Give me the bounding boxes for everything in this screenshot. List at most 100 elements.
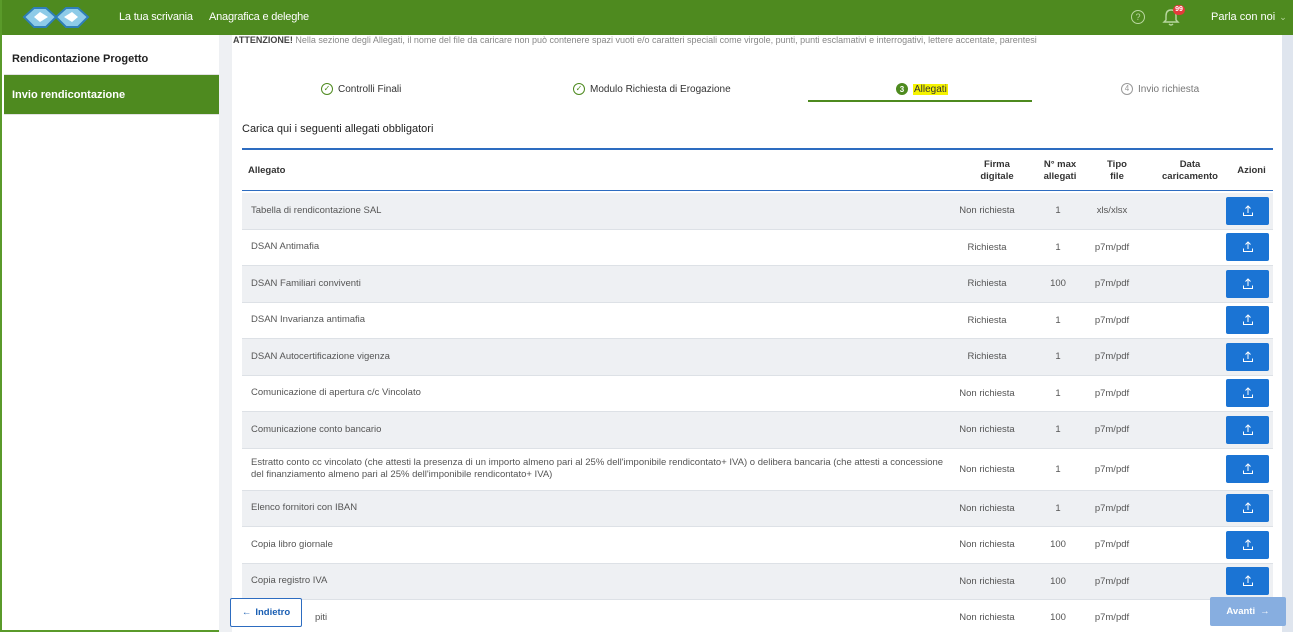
header-firma-line2: digitale	[980, 170, 1014, 182]
upload-button[interactable]	[1226, 494, 1269, 523]
table-row: Estratto conto cc vincolato (che attesti…	[242, 448, 1273, 491]
tipo-value: p7m/pdf	[1094, 278, 1130, 290]
step-label: Controlli Finali	[338, 83, 402, 95]
upload-button[interactable]	[1226, 567, 1269, 596]
nav-la-tua-scrivania[interactable]: La tua scrivania	[119, 0, 193, 35]
attention-notice: ATTENZIONE! Nella sezione degli Allegati…	[233, 36, 1273, 48]
header-firma-line1: Firma	[984, 158, 1010, 170]
nav-anagrafica-deleghe[interactable]: Anagrafica e deleghe	[209, 0, 309, 35]
check-circle-icon: ✓	[573, 83, 585, 95]
step-label: Allegati	[913, 83, 948, 95]
upload-button[interactable]	[1226, 233, 1269, 262]
upload-button[interactable]	[1226, 306, 1269, 335]
upload-icon	[1242, 502, 1253, 514]
upload-icon	[1242, 351, 1253, 362]
firma-value: Richiesta	[967, 351, 1007, 363]
header-tipo-line2: file	[1110, 170, 1124, 182]
back-button-label: Indietro	[255, 607, 291, 618]
header-allegato: Allegato	[248, 164, 286, 176]
upload-icon	[1242, 424, 1253, 435]
header-azioni: Azioni	[1237, 164, 1266, 176]
attachment-name: DSAN Antimafia	[251, 241, 320, 253]
top-navigation-bar: La tua scrivania Anagrafica e deleghe ? …	[2, 0, 1293, 35]
upload-icon	[1242, 314, 1253, 326]
tipo-value: xls/xlsx	[1096, 205, 1128, 217]
step-controlli-finali[interactable]: ✓ Controlli Finali	[321, 76, 401, 102]
step-label: Invio richiesta	[1138, 83, 1200, 95]
max-value: 1	[1055, 387, 1061, 399]
max-value: 100	[1050, 278, 1066, 290]
attachment-name: Comunicazione di apertura c/c Vincolato	[251, 387, 421, 399]
tipo-value: p7m/pdf	[1094, 575, 1130, 587]
table-row: Elenco fornitori con IBAN Non richiesta …	[242, 490, 1273, 527]
max-value: 1	[1055, 241, 1061, 253]
table-row: DSAN Antimafia Richiesta 1 p7m/pdf	[242, 229, 1273, 266]
table-row: Copia libro giornale Non richiesta 100 p…	[242, 527, 1273, 564]
upload-button[interactable]	[1226, 530, 1269, 559]
tipo-value: p7m/pdf	[1094, 241, 1130, 253]
check-circle-icon: ✓	[321, 83, 333, 95]
table-row: Copia registro IVA Non richiesta 100 p7m…	[242, 563, 1273, 600]
arrow-right-icon: →	[1260, 606, 1270, 617]
step-label: Modulo Richiesta di Erogazione	[590, 83, 731, 95]
help-icon[interactable]: ?	[1131, 10, 1145, 24]
upload-button[interactable]	[1226, 196, 1269, 225]
attention-text: Nella sezione degli Allegati, il nome de…	[292, 36, 1037, 45]
back-button[interactable]: ← Indietro	[230, 598, 302, 627]
table-header: Allegato Firma digitale N° max allegati Ti…	[242, 150, 1273, 191]
attachment-name: Elenco fornitori con IBAN	[251, 502, 358, 514]
step-invio-richiesta[interactable]: 4 Invio richiesta	[1121, 76, 1199, 102]
step-allegati[interactable]: 3 Allegati	[896, 76, 948, 102]
header-max-line1: N° max	[1043, 158, 1077, 170]
upload-icon	[1242, 278, 1253, 289]
next-button[interactable]: Avanti →	[1210, 597, 1286, 626]
section-title: Carica qui i seguenti allegati obbligato…	[242, 123, 434, 135]
firma-value: Non richiesta	[959, 424, 1015, 436]
tipo-value: p7m/pdf	[1094, 539, 1130, 551]
firma-value: Non richiesta	[959, 387, 1015, 399]
header-data-caricamento: Data caricamento	[1155, 150, 1225, 191]
header-tipo-line1: Tipo	[1107, 158, 1127, 170]
max-value: 100	[1050, 612, 1066, 624]
table-row: DSAN Invarianza antimafia Richiesta 1 p7…	[242, 302, 1273, 339]
tipo-value: p7m/pdf	[1094, 387, 1130, 399]
table-row: piti Non richiesta 100 p7m/pdf	[242, 600, 1273, 632]
sidebar: Rendicontazione Progetto Invio rendicont…	[4, 35, 219, 115]
upload-button[interactable]	[1226, 342, 1269, 371]
upload-button[interactable]	[1226, 269, 1269, 298]
tipo-value: p7m/pdf	[1094, 463, 1130, 475]
active-step-indicator	[808, 100, 1032, 102]
step-number-icon: 3	[896, 83, 908, 95]
upload-button[interactable]	[1226, 379, 1269, 408]
tipo-value: p7m/pdf	[1094, 424, 1130, 436]
firma-value: Richiesta	[967, 278, 1007, 290]
attachment-name: piti	[315, 611, 328, 623]
max-value: 100	[1050, 539, 1066, 551]
stepper: ✓ Controlli Finali ✓ Modulo Richiesta di…	[233, 76, 1281, 102]
scrollbar-track[interactable]	[1282, 35, 1293, 632]
max-value: 1	[1055, 502, 1061, 514]
upload-button[interactable]	[1226, 415, 1269, 444]
logo-icon[interactable]	[20, 4, 92, 31]
header-firma-digitale: Firma digitale	[967, 150, 1027, 191]
upload-button[interactable]	[1226, 455, 1269, 483]
attachment-name: Tabella di rendicontazione SAL	[251, 204, 382, 216]
max-value: 1	[1055, 314, 1061, 326]
user-menu[interactable]: Parla con noi ⌄	[1211, 0, 1287, 35]
attachment-name: Copia registro IVA	[251, 575, 328, 587]
header-max-line2: allegati	[1043, 170, 1077, 182]
arrow-left-icon: ←	[241, 607, 252, 618]
sidebar-item-rendicontazione-progetto[interactable]: Rendicontazione Progetto	[4, 35, 219, 75]
header-tipo-file: Tipo file	[1097, 150, 1137, 191]
firma-value: Non richiesta	[959, 539, 1015, 551]
max-value: 1	[1055, 424, 1061, 436]
max-value: 100	[1050, 575, 1066, 587]
tipo-value: p7m/pdf	[1094, 502, 1130, 514]
max-value: 1	[1055, 463, 1061, 475]
firma-value: Richiesta	[967, 314, 1007, 326]
firma-value: Non richiesta	[959, 502, 1015, 514]
table-row: Tabella di rendicontazione SAL Non richi…	[242, 193, 1273, 230]
step-modulo-richiesta[interactable]: ✓ Modulo Richiesta di Erogazione	[573, 76, 731, 102]
max-value: 1	[1055, 351, 1061, 363]
sidebar-item-invio-rendicontazione[interactable]: Invio rendicontazione	[4, 75, 219, 115]
